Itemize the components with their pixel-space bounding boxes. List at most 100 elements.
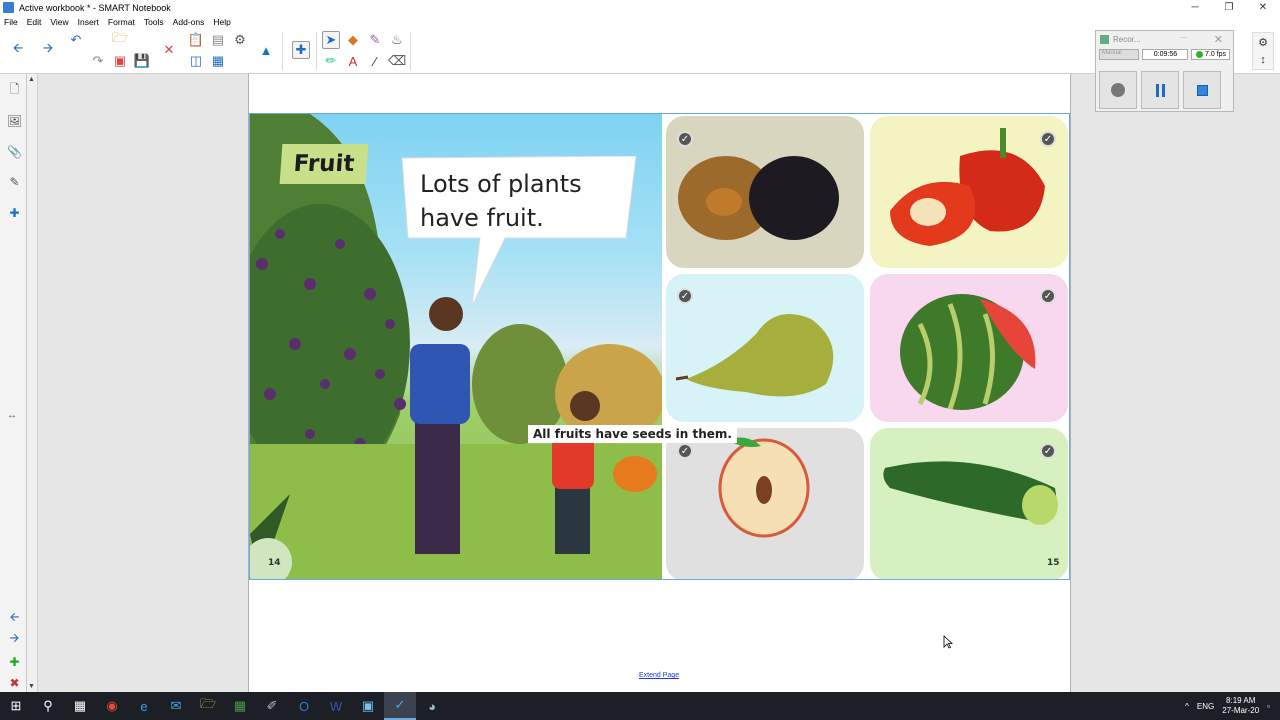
pear-cell [666,274,864,422]
taskbar: ⊞ ⚲ ▦ ◉ e ✉ 🗁 ▦ ✐ O W ▣ ✓ ◕ ^ ENG 8:19 A… [0,692,1280,720]
menu-addons[interactable]: Add-ons [173,17,205,27]
ink-app-icon[interactable]: ✐ [256,692,288,720]
settings-gear-icon[interactable]: ⚙ [1258,36,1268,49]
back-arrow-icon[interactable]: 🡨 [9,40,27,59]
check-icon: ✓ [677,288,693,304]
mail-icon[interactable]: ✉ [160,692,192,720]
check-icon: ✓ [677,443,693,459]
clock[interactable]: 8:19 AM 27-Mar-20 [1222,696,1259,716]
record-icon [1111,83,1125,97]
properties-icon[interactable]: ✎ [6,173,23,190]
edge-icon[interactable]: e [128,692,160,720]
extend-page-link[interactable]: Extend Page [639,672,679,679]
outlook-icon[interactable]: O [288,692,320,720]
task-view-icon[interactable]: ▦ [64,692,96,720]
system-tray: ^ ENG 8:19 AM 27-Mar-20 ▫ [1185,692,1280,720]
check-icon: ✓ [1040,288,1056,304]
pause-button[interactable] [1141,71,1179,109]
side-panel: 🗋 🖼 📎 ✎ ✚ 🡨 🡪 ✚ ✖ [0,74,27,692]
windows-start-icon[interactable]: ⊞ [0,692,32,720]
left-book-page: Fruit Lots of plants have fruit. 14 [250,114,662,579]
word-icon[interactable]: W [320,692,352,720]
restore-button[interactable]: ❐ [1212,0,1246,15]
photos-icon[interactable]: ▣ [352,692,384,720]
recorder-icon [1100,34,1109,44]
file-explorer-icon[interactable]: 🗁 [192,692,224,720]
minimize-button[interactable]: ─ [1178,0,1212,15]
eraser-icon[interactable]: ⌫ [388,52,406,70]
caption-text: All fruits have seeds in them. [528,425,737,443]
title-bar: Active workbook * - SMART Notebook ─ ❐ ✕ [0,0,1280,15]
smart-notebook-taskbar-icon[interactable]: ✓ [384,692,416,720]
search-icon[interactable]: ⚲ [32,692,64,720]
delete-icon[interactable]: ✕ [160,41,178,59]
panel-resize-handle-icon[interactable]: ↔ [7,410,17,421]
fill-tool-icon[interactable]: ♨ [388,31,406,49]
toolbar: 🡨 🡪 ↶ ↷ 🗁 ▣ 💾 ✕ 📋 ◫ ▤ ▦ ⚙ ▲ ✚ ➤ ◆ ✎ ♨ ✏ … [0,28,1280,74]
menu-edit[interactable]: Edit [27,17,42,27]
undo-icon[interactable]: ↶ [67,31,85,49]
plum-cell [666,116,864,268]
gallery-icon[interactable]: 🖼 [6,112,23,129]
close-button[interactable]: ✕ [1246,0,1280,15]
menu-format[interactable]: Format [108,17,135,27]
recorder-mode-select[interactable]: Manual [1099,48,1140,60]
screen-shade-icon[interactable]: ▤ [209,31,227,49]
mouse-cursor-icon [943,635,953,649]
menu-insert[interactable]: Insert [78,17,99,27]
table-icon[interactable]: ▦ [209,52,227,70]
attachments-icon[interactable]: 📎 [6,143,23,160]
check-icon: ✓ [677,131,693,147]
page-sorter-icon[interactable]: 🗋 [6,82,23,99]
previous-page-icon[interactable]: 🡨 [6,610,23,627]
book-spread-image[interactable]: Fruit Lots of plants have fruit. 14 ✓ ✓ … [249,113,1070,580]
move-toolbar-icon[interactable]: ↕ [1260,54,1266,66]
select-tool-icon[interactable]: ➤ [322,31,340,49]
menu-help[interactable]: Help [213,17,230,27]
forward-arrow-icon[interactable]: 🡪 [39,40,57,59]
recorder-close-button[interactable]: ✕ [1214,33,1223,46]
store-icon[interactable]: ▦ [224,692,256,720]
notification-icon[interactable]: ▫ [1267,702,1270,711]
menu-view[interactable]: View [50,17,68,27]
tray-chevron-icon[interactable]: ^ [1185,702,1189,711]
save-icon[interactable]: 💾 [133,52,151,70]
menu-file[interactable]: File [4,17,18,27]
pepper-cell [870,116,1068,268]
side-scrollbar[interactable]: ▲ ▼ [27,74,38,692]
redo-icon[interactable]: ↷ [89,52,107,70]
delete-page-icon[interactable]: ✖ [6,674,23,691]
add-ons-panel-icon[interactable]: ✚ [6,204,23,221]
right-tools: ⚙ ↕ [1252,32,1274,70]
recorder-fps: 7.0 fps [1191,48,1230,60]
pause-icon [1155,83,1165,97]
screen-capture-icon[interactable]: ▣ [111,52,129,70]
lesson-activity-icon[interactable]: ▲ [257,41,275,59]
recorder-title: Recor... [1113,34,1141,44]
stop-button[interactable] [1183,71,1221,109]
pens-icon[interactable]: ✏ [322,52,340,70]
keyboard-language[interactable]: ENG [1197,702,1214,711]
record-button[interactable] [1099,71,1137,109]
document-camera-icon[interactable]: ⚙ [231,31,249,49]
recorder-taskbar-icon[interactable]: ◕ [416,692,448,720]
line-tool-icon[interactable]: ∕ [366,52,384,70]
chrome-icon[interactable]: ◉ [96,692,128,720]
shape-tool-icon[interactable]: ◆ [344,31,362,49]
speech-text: Lots of plants have fruit. [420,170,582,232]
text-tool-icon[interactable]: A [344,52,362,70]
magic-pen-icon[interactable]: ✎ [366,31,384,49]
status-dot-icon [1195,50,1203,58]
add-ons-icon[interactable]: ✚ [292,41,310,59]
paste-icon[interactable]: 📋 [187,31,205,49]
recorder-minimize-button[interactable]: ─ [1181,32,1187,42]
open-folder-icon[interactable]: 🗁 [111,30,129,49]
next-page-icon[interactable]: 🡪 [6,631,23,648]
add-page-icon[interactable]: ✚ [6,653,23,670]
scroll-up-icon[interactable]: ▲ [28,76,35,83]
menu-tools[interactable]: Tools [144,17,164,27]
cucumber-cell [870,428,1068,579]
fullscreen-icon[interactable]: ◫ [187,52,205,70]
recorder-time: 0:09:56 [1142,48,1189,60]
scroll-down-icon[interactable]: ▼ [28,683,35,690]
